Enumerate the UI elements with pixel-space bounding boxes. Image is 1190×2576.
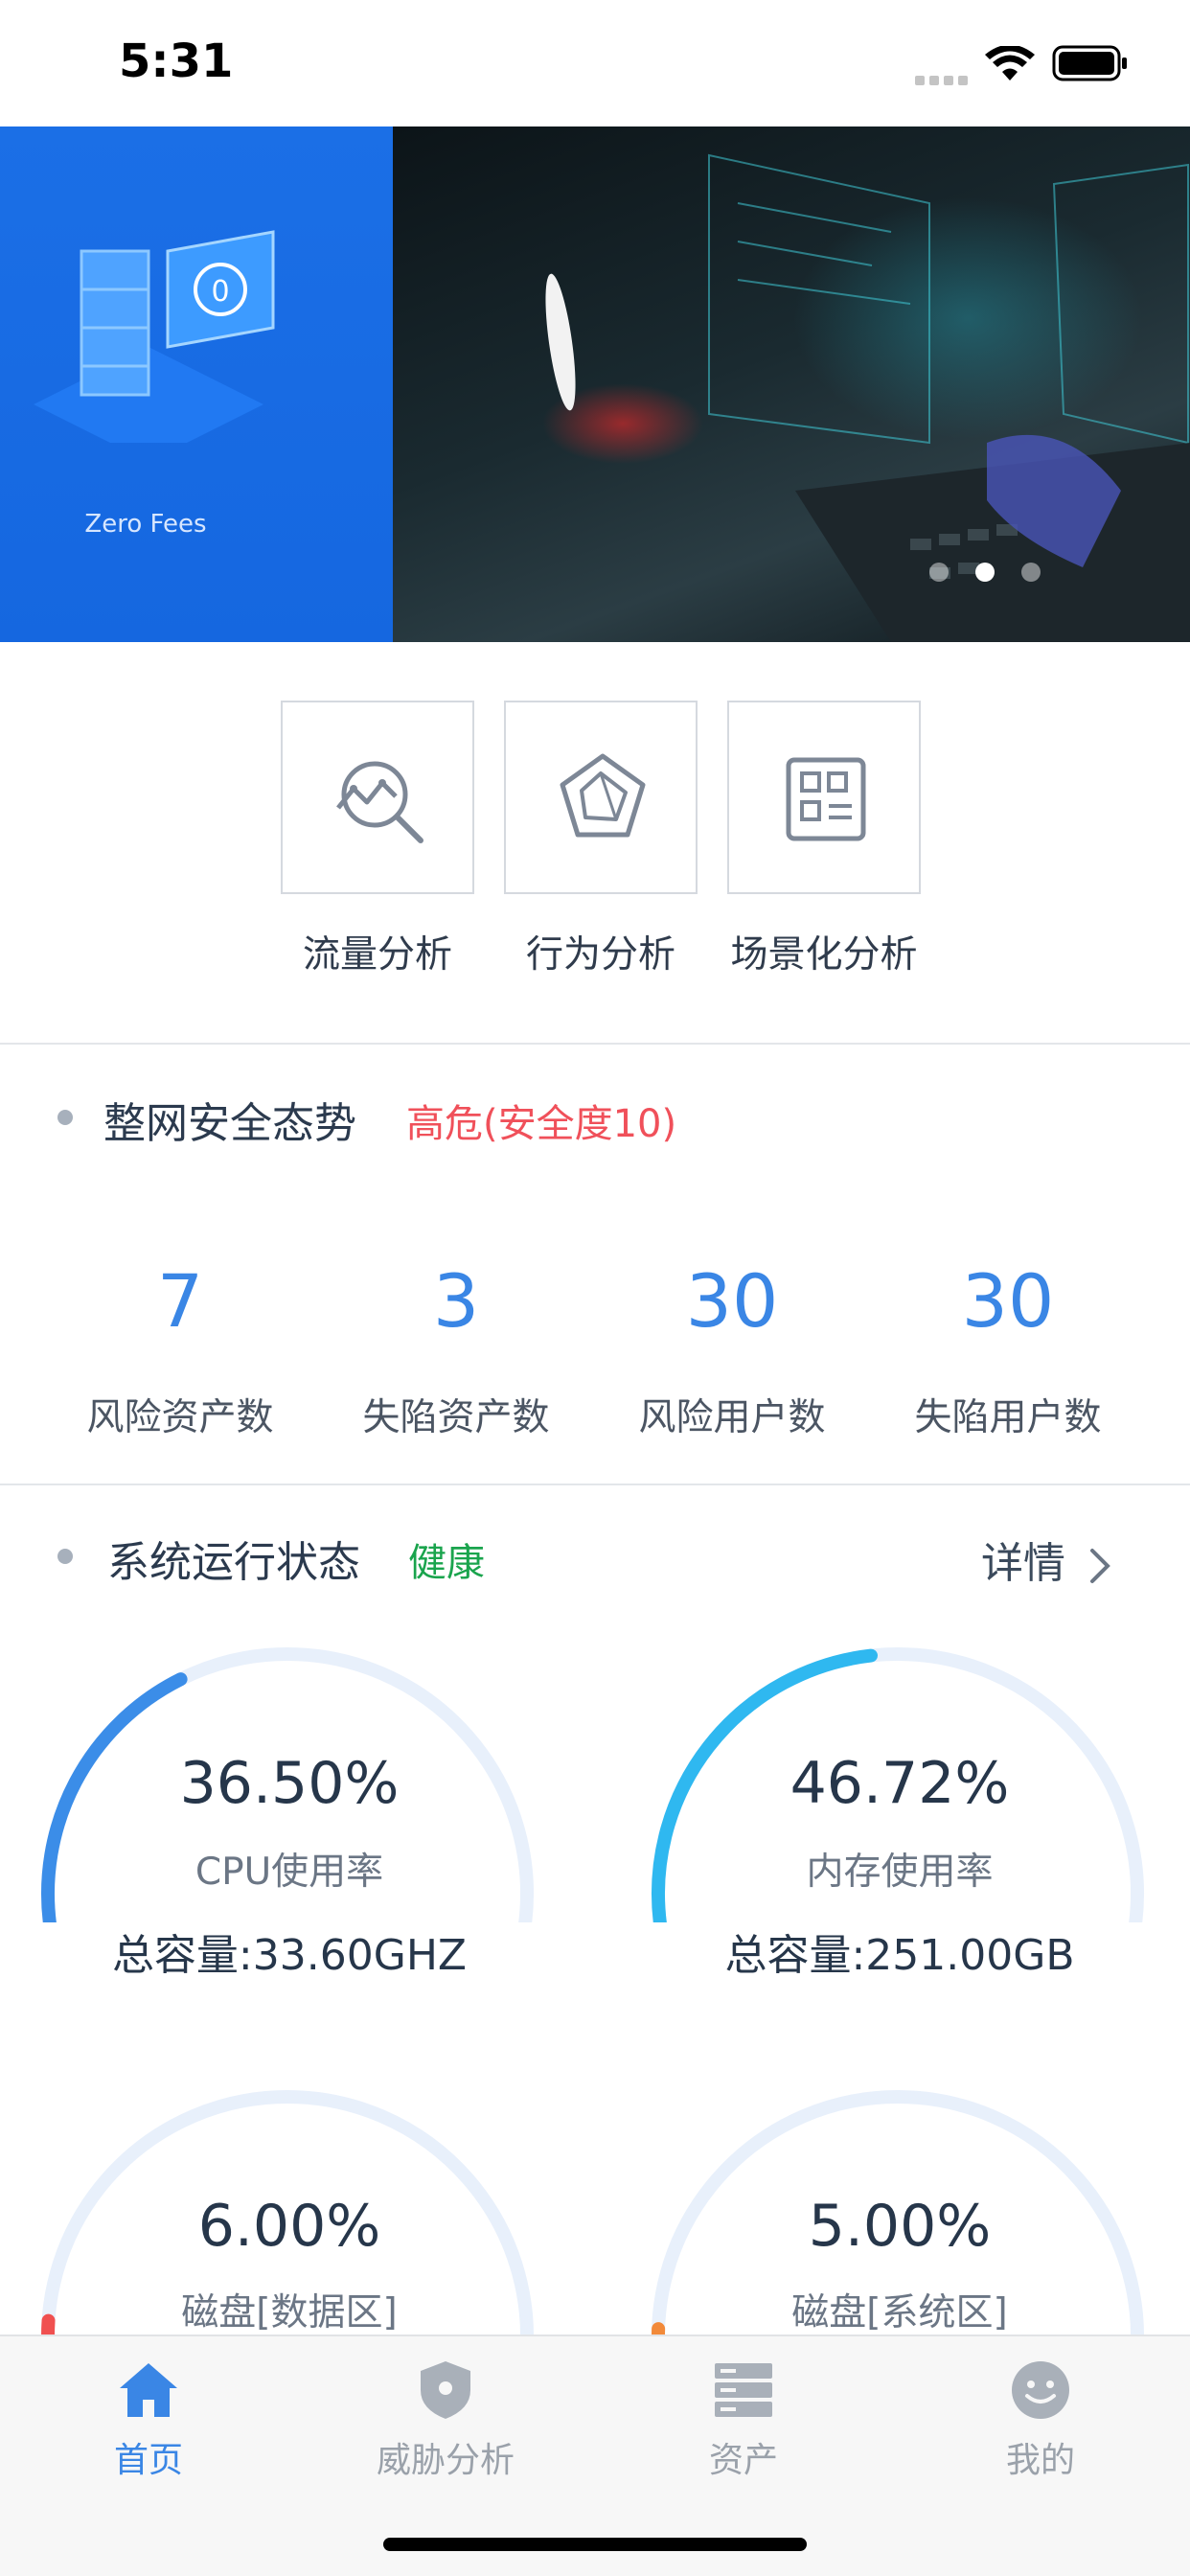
system-status-title: 系统运行状态	[107, 1538, 360, 1587]
risk-users-label: 风险用户数	[638, 1396, 826, 1439]
risk-users-value[interactable]: 30	[598, 1258, 866, 1344]
section-bullet	[57, 1110, 73, 1125]
battery-icon	[1052, 45, 1127, 81]
risk-assets-value[interactable]: 7	[46, 1258, 314, 1344]
banner-image	[393, 126, 1190, 642]
home-indicator	[383, 2538, 807, 2551]
traffic-analysis-icon	[336, 761, 423, 843]
risk-level-badge: 高危(安全度10)	[406, 1102, 677, 1146]
tab-home[interactable]: 首页	[0, 2336, 297, 2490]
status-bar: 5:31	[0, 0, 1190, 126]
entry-label-scenario: 场景化分析	[730, 933, 918, 977]
wifi-icon	[985, 46, 1035, 80]
compromised-assets-label: 失陷资产数	[362, 1396, 550, 1439]
compromised-assets-value[interactable]: 3	[322, 1258, 590, 1344]
tab-label-mine: 我的	[1005, 2441, 1075, 2480]
status-time: 5:31	[119, 34, 234, 88]
traffic-analysis-button[interactable]	[281, 701, 474, 894]
banner-zero-fees-panel: 0 Zero Fees	[0, 126, 393, 642]
disk-data-label: 磁盘[数据区]	[181, 2291, 398, 2334]
memory-total-capacity: 总容量:251.00GB	[724, 1931, 1075, 1980]
section-bullet	[57, 1549, 73, 1564]
behavior-analysis-button[interactable]	[504, 701, 698, 894]
memory-usage-value: 46.72%	[790, 1750, 1010, 1817]
compromised-users-value[interactable]: 30	[874, 1258, 1142, 1344]
tab-label-home: 首页	[113, 2441, 183, 2480]
entry-label-traffic: 流量分析	[302, 933, 452, 977]
home-icon	[120, 2363, 177, 2417]
scenario-analysis-icon	[786, 757, 866, 841]
tab-label-assets: 资产	[708, 2441, 778, 2480]
shield-icon	[421, 2361, 470, 2419]
disk-system-label: 磁盘[系统区]	[791, 2291, 1008, 2334]
cpu-total-capacity: 总容量:33.60GHZ	[111, 1931, 468, 1980]
scenario-analysis-button[interactable]	[727, 701, 921, 894]
entry-label-behavior: 行为分析	[525, 933, 675, 977]
smiley-icon	[1012, 2361, 1069, 2419]
security-posture-title: 整网安全态势	[103, 1099, 356, 1148]
svg-text:0: 0	[211, 275, 229, 309]
cyber-security-image	[545, 153, 1190, 642]
divider	[0, 1043, 1190, 1045]
details-link[interactable]: 详情	[981, 1529, 1115, 1590]
memory-usage-label: 内存使用率	[806, 1851, 994, 1894]
disk-system-value: 5.00%	[808, 2193, 992, 2260]
tab-mine[interactable]: 我的	[892, 2336, 1189, 2490]
cpu-usage-label: CPU使用率	[195, 1851, 384, 1894]
divider	[0, 1484, 1190, 1485]
tab-label-threat: 威胁分析	[376, 2441, 515, 2480]
risk-assets-label: 风险资产数	[86, 1396, 274, 1439]
disk-data-value: 6.00%	[197, 2193, 381, 2260]
cpu-usage-value: 36.50%	[179, 1750, 400, 1817]
behavior-analysis-icon	[560, 753, 646, 838]
tab-assets[interactable]: 资产	[595, 2336, 892, 2490]
banner-caption: Zero Fees	[84, 510, 207, 539]
details-label: 详情	[981, 1539, 1065, 1588]
cellular-signal-icon	[915, 71, 973, 89]
server-illustration-icon: 0	[34, 230, 275, 443]
compromised-users-label: 失陷用户数	[914, 1396, 1102, 1439]
server-icon	[715, 2363, 772, 2417]
tab-threat-analysis[interactable]: 威胁分析	[297, 2336, 594, 2490]
banner-carousel[interactable]: 0 Zero Fees	[0, 126, 1190, 642]
chevron-right-icon	[1090, 1549, 1110, 1583]
health-status-badge: 健康	[408, 1541, 485, 1585]
